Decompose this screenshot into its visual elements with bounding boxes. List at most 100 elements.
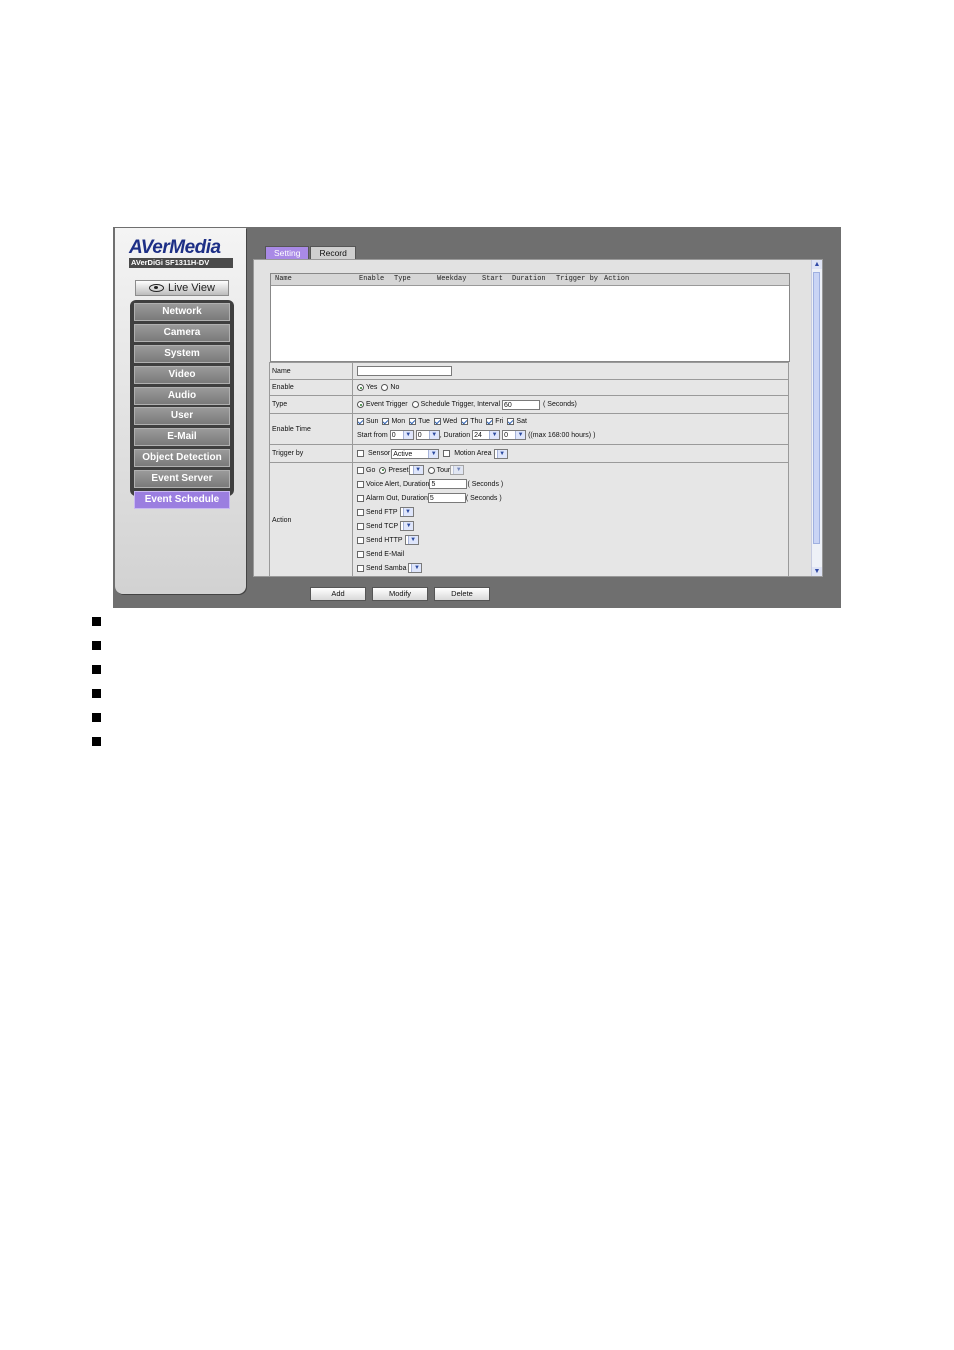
sidebar-item-event-schedule[interactable]: Event Schedule <box>134 491 230 510</box>
action-label: Action <box>270 463 353 576</box>
preset-radio[interactable] <box>379 466 387 474</box>
voice-duration-input[interactable]: 5 <box>429 479 468 489</box>
tab-bar: Setting Record <box>265 246 357 261</box>
day-thu-checkbox[interactable] <box>461 417 469 425</box>
live-view-label: Live View <box>168 282 215 294</box>
enable-no-radio[interactable] <box>381 384 389 391</box>
day-sun-label: Sun <box>366 417 379 425</box>
send-email-checkbox[interactable] <box>357 550 364 558</box>
name-input[interactable] <box>357 366 452 376</box>
event-trigger-radio[interactable] <box>357 401 364 408</box>
action-buttons: Add Modify Delete <box>310 583 496 601</box>
start-hour-value: 0 <box>391 432 396 439</box>
sensor-checkbox[interactable] <box>357 450 364 457</box>
go-checkbox[interactable] <box>357 466 364 474</box>
sidebar-item-audio[interactable]: Audio <box>134 386 230 405</box>
type-row: Type Event Trigger Schedule Trigger, Int… <box>269 396 789 414</box>
send-tcp-label: Send TCP <box>366 522 399 530</box>
day-thu-label: Thu <box>470 417 483 425</box>
live-view-button[interactable]: Live View <box>135 280 229 296</box>
max-duration-note: ((max 168:00 hours) ) <box>528 431 596 439</box>
send-tcp-select[interactable]: ▼ <box>400 521 415 531</box>
sidebar-item-camera[interactable]: Camera <box>134 323 230 342</box>
enable-no-label: No <box>390 384 400 391</box>
send-samba-select[interactable]: ▼ <box>408 563 423 573</box>
duration-hour-value: 24 <box>474 432 482 439</box>
send-http-checkbox[interactable] <box>357 536 364 544</box>
vertical-scrollbar[interactable]: ▲ ▼ <box>811 260 822 576</box>
schedule-trigger-radio[interactable] <box>411 401 419 408</box>
eye-icon <box>149 284 165 293</box>
send-email-label: Send E-Mail <box>366 550 405 558</box>
scroll-down-icon[interactable]: ▼ <box>812 567 822 576</box>
interval-input[interactable]: 60 <box>502 399 541 410</box>
chevron-down-icon: ▼ <box>489 431 500 439</box>
sidebar: AVerMedia AVerDiGi SF1311H-DV Live View … <box>115 228 246 594</box>
preset-select[interactable]: ▼ <box>408 465 424 475</box>
action-row: Action Go Preset ▼ Tour ▼ Voice Alert, D… <box>269 463 789 576</box>
duration-min-select[interactable]: 0 ▼ <box>502 430 527 440</box>
name-row: Name <box>269 362 789 380</box>
sensor-select[interactable]: Active ▼ <box>391 448 440 459</box>
alarm-duration-input[interactable]: 5 <box>427 493 466 503</box>
sidebar-item-video[interactable]: Video <box>134 365 230 384</box>
tour-label: Tour <box>436 466 451 474</box>
sidebar-item-object-detection[interactable]: Object Detection <box>134 449 230 468</box>
scroll-thumb[interactable] <box>813 272 820 544</box>
schedule-form: Name Enable Yes No Type Event Trigger Sc… <box>269 362 789 576</box>
tour-radio[interactable] <box>427 466 435 474</box>
enable-time-row: Enable Time Sun Mon Tue Wed Thu Fri Sat … <box>269 414 789 445</box>
sidebar-item-email[interactable]: E-Mail <box>134 428 230 447</box>
send-http-select[interactable]: ▼ <box>404 535 419 545</box>
chevron-down-icon: ▼ <box>453 466 464 474</box>
add-button[interactable]: Add <box>310 587 366 601</box>
motion-area-select[interactable]: ▼ <box>493 448 508 459</box>
chevron-down-icon: ▼ <box>515 431 526 439</box>
type-label: Type <box>270 396 353 413</box>
motion-area-checkbox[interactable] <box>443 450 451 457</box>
scroll-up-icon[interactable]: ▲ <box>812 260 822 269</box>
col-enable: Enable <box>359 275 385 283</box>
enable-yes-radio[interactable] <box>357 384 364 391</box>
voice-alert-checkbox[interactable] <box>357 480 364 488</box>
event-trigger-label: Event Trigger <box>366 401 408 408</box>
send-samba-label: Send Samba <box>366 564 407 572</box>
day-tue-checkbox[interactable] <box>409 417 417 425</box>
col-trigger-by: Trigger by <box>556 275 599 283</box>
bullet-square-icon <box>92 713 101 722</box>
enable-time-label: Enable Time <box>270 414 353 444</box>
col-name: Name <box>275 275 292 283</box>
send-samba-checkbox[interactable] <box>357 564 364 572</box>
trigger-by-label: Trigger by <box>270 445 353 462</box>
alarm-out-checkbox[interactable] <box>357 494 364 502</box>
duration-hour-select[interactable]: 24 ▼ <box>472 430 501 440</box>
chevron-down-icon: ▼ <box>407 536 418 544</box>
schedule-list-header: Name Enable Type Weekday Start Duration … <box>271 274 789 286</box>
chevron-down-icon: ▼ <box>412 466 423 474</box>
send-ftp-checkbox[interactable] <box>357 508 364 516</box>
sidebar-item-event-server[interactable]: Event Server <box>134 470 230 489</box>
delete-button[interactable]: Delete <box>434 587 490 601</box>
day-fri-checkbox[interactable] <box>486 417 494 425</box>
send-ftp-label: Send FTP <box>366 508 398 516</box>
modify-button[interactable]: Modify <box>372 587 428 601</box>
start-hour-select[interactable]: 0 ▼ <box>389 430 414 440</box>
bullet-square-icon <box>92 737 101 746</box>
tour-select[interactable]: ▼ <box>450 465 465 475</box>
day-wed-checkbox[interactable] <box>433 417 441 425</box>
settings-menu: Network Camera System Video Audio User E… <box>130 300 234 510</box>
day-mon-checkbox[interactable] <box>382 417 390 425</box>
send-ftp-select[interactable]: ▼ <box>399 507 414 517</box>
sidebar-item-system[interactable]: System <box>134 344 230 363</box>
sidebar-item-user[interactable]: User <box>134 407 230 426</box>
day-sat-checkbox[interactable] <box>507 417 515 425</box>
sidebar-item-network[interactable]: Network <box>134 303 230 321</box>
go-label: Go <box>366 466 376 474</box>
schedule-list: Name Enable Type Weekday Start Duration … <box>270 273 790 362</box>
send-tcp-checkbox[interactable] <box>357 522 364 530</box>
chevron-down-icon: ▼ <box>402 508 413 516</box>
start-min-select[interactable]: 0 ▼ <box>415 430 440 440</box>
col-duration: Duration <box>512 275 546 283</box>
enable-label: Enable <box>270 380 353 395</box>
day-sun-checkbox[interactable] <box>357 417 364 425</box>
